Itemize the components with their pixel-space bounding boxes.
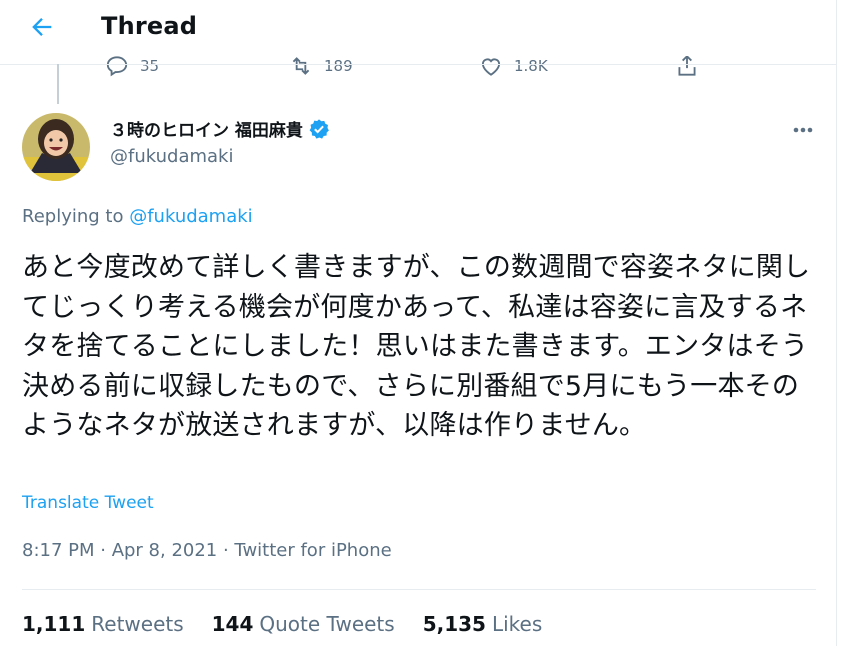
prev-retweet-action[interactable]: 189 xyxy=(288,52,353,80)
display-name[interactable]: ３時のヒロイン 福田麻貴 xyxy=(110,116,303,141)
replying-prefix: Replying to xyxy=(22,206,130,227)
header-divider xyxy=(0,64,836,65)
back-button[interactable] xyxy=(28,13,56,41)
likes-count: 5,135 xyxy=(422,612,486,636)
retweets-stat[interactable]: 1,111 Retweets xyxy=(22,612,184,636)
tweet-timestamp[interactable]: 8:17 PM · Apr 8, 2021 · Twitter for iPho… xyxy=(22,540,392,561)
replying-to-link[interactable]: @fukudamaki xyxy=(129,206,252,227)
prev-reply-count: 35 xyxy=(140,57,160,75)
header-title: Thread xyxy=(101,12,198,40)
retweet-icon xyxy=(292,57,310,75)
quote-count: 144 xyxy=(211,612,254,636)
replying-to-line: Replying to @fukudamaki xyxy=(22,206,253,227)
engagement-stats: 1,111 Retweets 144 Quote Tweets 5,135 Likes xyxy=(22,612,570,636)
quote-tweets-stat[interactable]: 144 Quote Tweets xyxy=(212,612,395,636)
author-name-row[interactable]: ３時のヒロイン 福田麻貴 xyxy=(110,116,330,141)
retweets-label: Retweets xyxy=(91,612,184,636)
likes-label: Likes xyxy=(491,612,543,636)
prev-retweet-count: 189 xyxy=(324,57,353,75)
prev-reply-action[interactable]: 35 xyxy=(104,52,159,80)
column-border xyxy=(836,0,837,646)
translate-tweet-link[interactable]: Translate Tweet xyxy=(22,493,154,513)
tweet-text: あと今度改めて詳しく書きますが、この数週間で容姿ネタに関してじっくり考える機会が… xyxy=(22,252,811,441)
avatar[interactable] xyxy=(22,113,90,181)
retweets-count: 1,111 xyxy=(22,612,86,636)
prev-like-action[interactable]: 1.8K xyxy=(478,52,548,80)
stats-divider xyxy=(22,589,816,590)
likes-stat[interactable]: 5,135 Likes xyxy=(423,612,543,636)
heart-icon xyxy=(481,58,501,76)
verified-badge-icon xyxy=(309,118,329,139)
avatar-image xyxy=(22,113,90,181)
prev-share-action[interactable] xyxy=(674,52,700,80)
thread-connector-line xyxy=(57,64,59,104)
quote-label: Quote Tweets xyxy=(259,612,395,636)
share-icon xyxy=(678,54,696,76)
prev-like-count: 1.8K xyxy=(514,57,548,75)
more-options-icon[interactable] xyxy=(788,119,818,141)
author-handle[interactable]: @fukudamaki xyxy=(110,146,233,167)
reply-icon xyxy=(106,56,128,77)
